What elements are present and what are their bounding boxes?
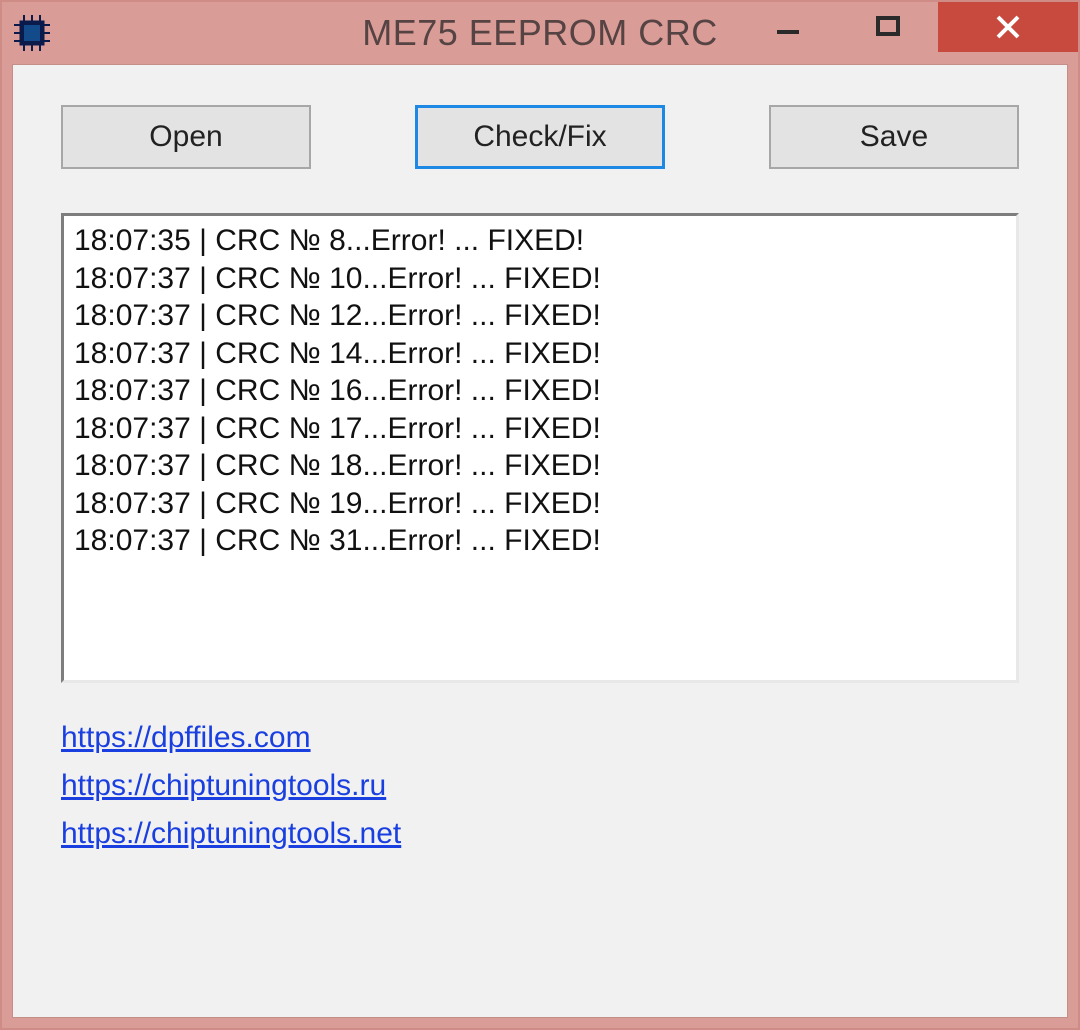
log-output[interactable]: 18:07:35 | CRC № 8...Error! ... FIXED! 1… [61, 213, 1019, 683]
log-line: 18:07:37 | CRC № 18...Error! ... FIXED! [74, 447, 1006, 485]
log-line: 18:07:37 | CRC № 12...Error! ... FIXED! [74, 297, 1006, 335]
log-line: 18:07:37 | CRC № 19...Error! ... FIXED! [74, 485, 1006, 523]
link-chiptuningtools-net[interactable]: https://chiptuningtools.net [61, 817, 401, 851]
minimize-icon [771, 10, 805, 44]
log-line: 18:07:37 | CRC № 10...Error! ... FIXED! [74, 260, 1006, 298]
link-dpffiles[interactable]: https://dpffiles.com [61, 721, 311, 755]
log-line: 18:07:35 | CRC № 8...Error! ... FIXED! [74, 222, 1006, 260]
log-line: 18:07:37 | CRC № 17...Error! ... FIXED! [74, 410, 1006, 448]
link-chiptuningtools-ru[interactable]: https://chiptuningtools.ru [61, 769, 386, 803]
check-fix-button[interactable]: Check/Fix [415, 105, 665, 169]
save-button[interactable]: Save [769, 105, 1019, 169]
log-line: 18:07:37 | CRC № 16...Error! ... FIXED! [74, 372, 1006, 410]
close-button[interactable] [938, 2, 1078, 52]
maximize-button[interactable] [838, 2, 938, 52]
log-line: 18:07:37 | CRC № 14...Error! ... FIXED! [74, 335, 1006, 373]
client-area: Open Check/Fix Save 18:07:35 | CRC № 8..… [12, 64, 1068, 1018]
open-button[interactable]: Open [61, 105, 311, 169]
toolbar: Open Check/Fix Save [61, 105, 1019, 169]
chip-icon [10, 11, 54, 55]
minimize-button[interactable] [738, 2, 838, 52]
window-controls [738, 2, 1078, 64]
application-window: ME75 EEPROM CRC Open Check [0, 0, 1080, 1030]
close-icon [988, 7, 1028, 47]
app-icon [2, 2, 62, 64]
title-bar[interactable]: ME75 EEPROM CRC [2, 2, 1078, 64]
links-section: https://dpffiles.com https://chiptuningt… [61, 721, 1019, 851]
log-line: 18:07:37 | CRC № 31...Error! ... FIXED! [74, 522, 1006, 560]
maximize-icon [871, 10, 905, 44]
